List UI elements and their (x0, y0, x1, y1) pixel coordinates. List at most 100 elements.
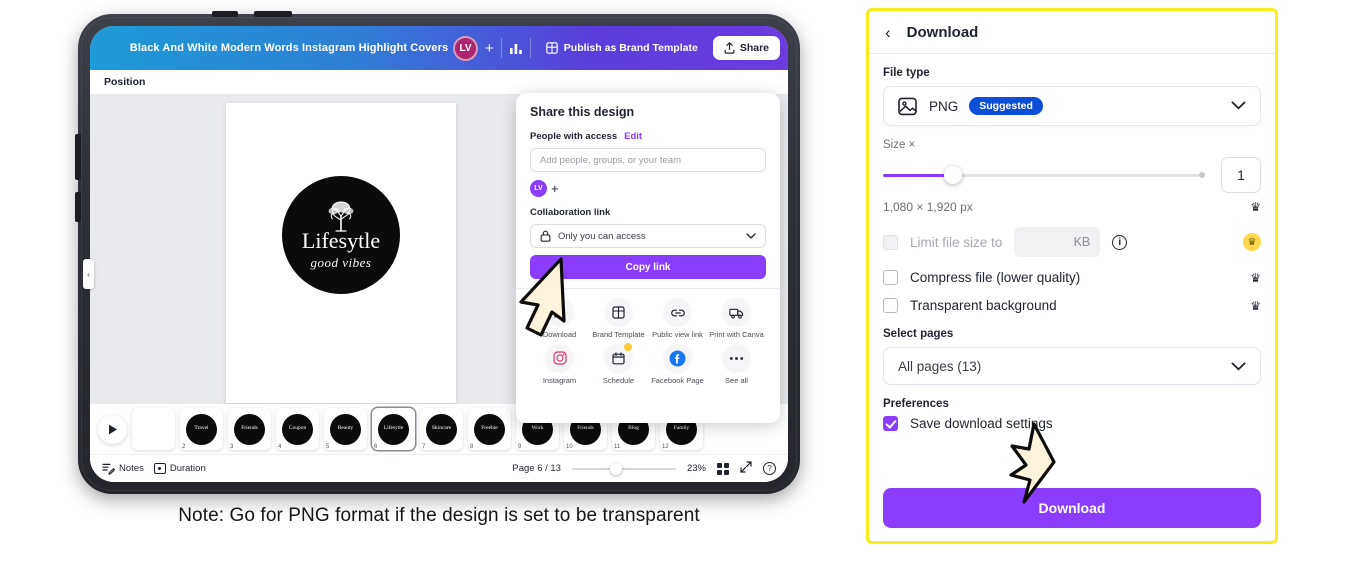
limit-file-size-checkbox[interactable] (883, 234, 898, 250)
notes-label: Notes (119, 463, 144, 474)
limit-file-size-input[interactable]: KB (1014, 227, 1101, 257)
position-label[interactable]: Position (104, 76, 145, 88)
zoom-slider-handle[interactable] (609, 462, 622, 475)
list-item-selected[interactable]: Lifesytle 6 (372, 408, 415, 450)
share-action-print-with-canva[interactable]: Print with Canva (707, 298, 766, 340)
notes-button[interactable]: Notes (102, 463, 144, 475)
download-button[interactable]: Download (883, 488, 1261, 528)
select-pages-dropdown[interactable]: All pages (13) (883, 347, 1261, 385)
publish-brand-template-button[interactable]: Publish as Brand Template (538, 37, 706, 59)
edit-access-link[interactable]: Edit (624, 131, 642, 142)
file-type-label: File type (883, 67, 930, 79)
duration-button[interactable]: Duration (153, 463, 206, 474)
collaboration-link-label: Collaboration link (530, 207, 611, 218)
compress-file-label: Compress file (lower quality) (910, 270, 1081, 285)
publish-brand-template-label: Publish as Brand Template (563, 42, 698, 54)
chevron-left-icon[interactable]: ‹ (83, 259, 94, 289)
canvas-area: Lifesytle good vibes Share this design P… (90, 93, 788, 423)
thumbnail-label: Lifesytle (378, 413, 409, 445)
access-level-select[interactable]: Only you can access (530, 224, 766, 248)
list-item[interactable]: Beauty 5 (324, 408, 367, 450)
info-icon[interactable]: i (1112, 234, 1128, 250)
select-pages-label: Select pages (883, 328, 954, 340)
list-item[interactable]: Friends 3 (228, 408, 271, 450)
thumbnail-label: Freebie (474, 413, 505, 445)
share-action-schedule[interactable]: Schedule (589, 342, 648, 386)
select-pages-value: All pages (13) (898, 358, 982, 374)
grid-view-icon[interactable] (717, 462, 729, 475)
crown-icon-gold: ♛ (1243, 233, 1261, 251)
list-item[interactable]: Skincare 7 (420, 408, 463, 450)
plus-icon[interactable]: + (485, 41, 494, 56)
editor-top-bar: Black And White Modern Words Instagram H… (90, 26, 788, 70)
chevron-down-icon (1231, 359, 1246, 374)
plus-icon[interactable]: + (551, 181, 559, 196)
avatar[interactable]: LV (530, 180, 547, 197)
thumbnail-label: Coupon (282, 413, 313, 445)
share-button[interactable]: Share (712, 36, 780, 60)
design-page[interactable]: Lifesytle good vibes (226, 103, 456, 403)
help-icon[interactable]: ? (763, 462, 776, 475)
chevron-left-icon[interactable]: ‹ (885, 24, 891, 41)
thumbnail-number: 11 (614, 444, 621, 450)
share-action-public-view-link[interactable]: Public view link (648, 298, 707, 340)
limit-file-size-row[interactable]: Limit file size to KB i ♛ (883, 227, 1261, 257)
list-item[interactable]: Travel 2 (180, 408, 223, 450)
share-action-label: Public view link (652, 330, 703, 339)
device-button-left-2 (75, 192, 81, 222)
limit-file-size-label: Limit file size to (910, 234, 1003, 250)
compress-file-checkbox[interactable] (883, 270, 898, 285)
save-download-settings-checkbox[interactable] (883, 416, 898, 431)
size-value-input[interactable]: 1 (1221, 157, 1261, 193)
fullscreen-icon[interactable] (740, 460, 752, 478)
crown-icon: ♛ (1250, 298, 1261, 313)
play-icon[interactable] (98, 414, 127, 444)
share-action-facebook-page[interactable]: Facebook Page (648, 343, 707, 386)
thumbnail-label: Friends (234, 413, 265, 445)
more-dots-icon (722, 343, 751, 373)
lock-icon (540, 230, 551, 242)
avatar[interactable]: LV (453, 35, 479, 61)
link-icon (663, 298, 692, 327)
transparent-background-checkbox[interactable] (883, 298, 898, 313)
image-icon (898, 97, 917, 115)
file-type-value: PNG (929, 98, 959, 114)
file-type-select[interactable]: PNG Suggested (883, 86, 1261, 126)
copy-link-button[interactable]: Copy link (530, 255, 766, 279)
analytics-icon[interactable] (509, 42, 523, 55)
duration-label: Duration (169, 463, 206, 474)
access-level-value: Only you can access (558, 230, 646, 242)
list-item[interactable]: Freebie 8 (468, 408, 511, 450)
logo-subtitle: good vibes (310, 255, 372, 270)
list-item[interactable]: Coupon 4 (276, 408, 319, 450)
size-slider-max-dot (1199, 172, 1205, 178)
zoom-slider[interactable] (571, 462, 676, 475)
share-action-label: Print with Canva (709, 330, 764, 339)
share-action-label: Facebook Page (651, 375, 704, 385)
share-action-download[interactable]: Download (530, 298, 589, 340)
size-label: Size × (883, 139, 916, 151)
device-button-top-1 (212, 11, 238, 17)
device-button-left-1 (75, 134, 81, 180)
share-action-see-all[interactable]: See all (707, 343, 766, 386)
share-action-instagram[interactable]: Instagram (530, 343, 589, 386)
download-panel-body: File type PNG Suggested Size × 1 1,080 ×… (869, 54, 1275, 431)
save-download-settings-row[interactable]: Save download settings (883, 416, 1261, 431)
thumbnail-number: 10 (566, 444, 573, 450)
list-item[interactable] (132, 408, 175, 450)
add-people-placeholder: Add people, groups, or your team (540, 154, 682, 166)
thumbnail-number: 12 (662, 444, 669, 450)
add-people-input[interactable]: Add people, groups, or your team (530, 148, 766, 172)
status-badge: Suggested (969, 97, 1043, 115)
duration-icon (153, 463, 166, 474)
compress-file-row[interactable]: Compress file (lower quality) ♛ (883, 270, 1261, 285)
size-slider-handle[interactable] (944, 165, 963, 184)
share-action-label: See all (725, 375, 748, 385)
share-popover: Share this design People with access Edi… (516, 93, 780, 423)
transparent-background-row[interactable]: Transparent background ♛ (883, 298, 1261, 313)
share-label: Share (739, 42, 769, 54)
editor-status-bar: Notes Duration Page 6 / 13 23% ? (90, 454, 788, 482)
size-slider[interactable] (883, 165, 1205, 184)
share-action-brand-template[interactable]: Brand Template (589, 298, 648, 340)
people-with-access-label: People with access (530, 131, 618, 142)
